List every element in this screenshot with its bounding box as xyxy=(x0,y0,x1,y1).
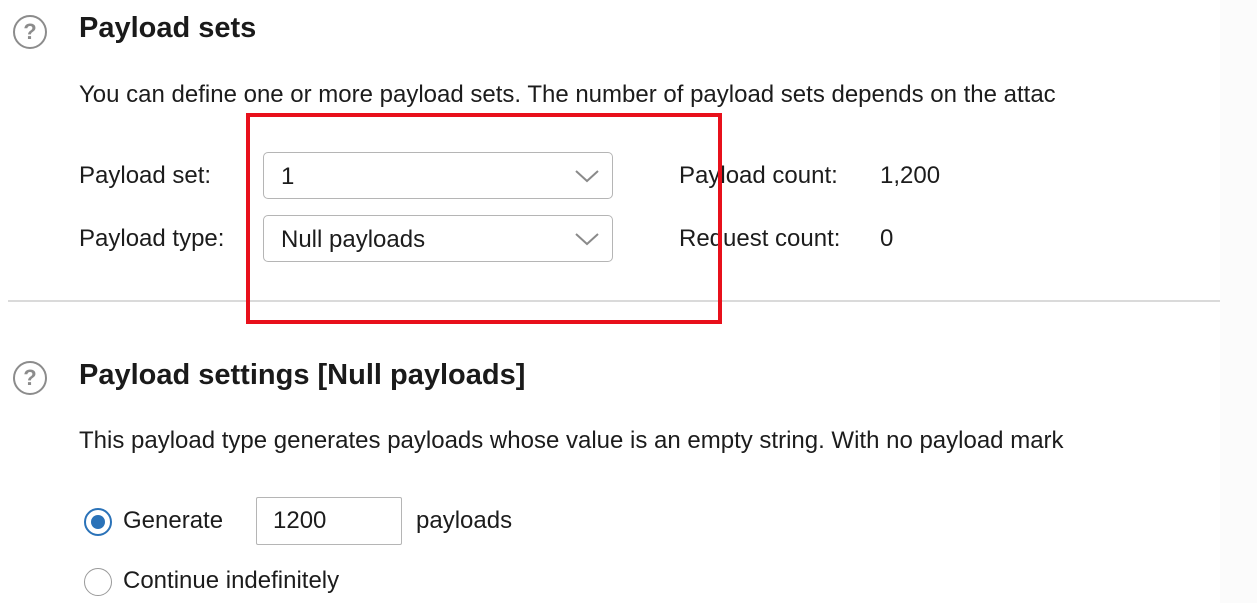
help-circle-icon[interactable]: ? xyxy=(13,361,47,395)
highlight-annotation-box xyxy=(246,113,722,324)
intruder-payloads-panel: ? Payload sets You can define one or mor… xyxy=(0,0,1220,603)
scroll-edge xyxy=(1220,0,1257,603)
generate-count-input[interactable] xyxy=(256,497,402,545)
payload-type-label: Payload type: xyxy=(79,225,225,252)
generate-label[interactable]: Generate xyxy=(123,507,223,535)
payload-settings-heading: Payload settings [Null payloads] xyxy=(79,359,526,391)
payload-sets-heading: Payload sets xyxy=(79,12,257,44)
continue-indefinitely-radio[interactable] xyxy=(84,568,112,596)
payload-count-value: 1,200 xyxy=(880,162,941,189)
payloads-suffix-label: payloads xyxy=(416,507,513,534)
payload-sets-description: You can define one or more payload sets.… xyxy=(79,81,1056,108)
help-circle-icon[interactable]: ? xyxy=(13,15,47,49)
request-count-value: 0 xyxy=(880,225,894,252)
continue-indefinitely-label[interactable]: Continue indefinitely xyxy=(123,567,339,595)
payload-settings-description: This payload type generates payloads who… xyxy=(79,427,1064,454)
generate-radio[interactable] xyxy=(84,508,112,536)
payload-set-label: Payload set: xyxy=(79,162,212,189)
